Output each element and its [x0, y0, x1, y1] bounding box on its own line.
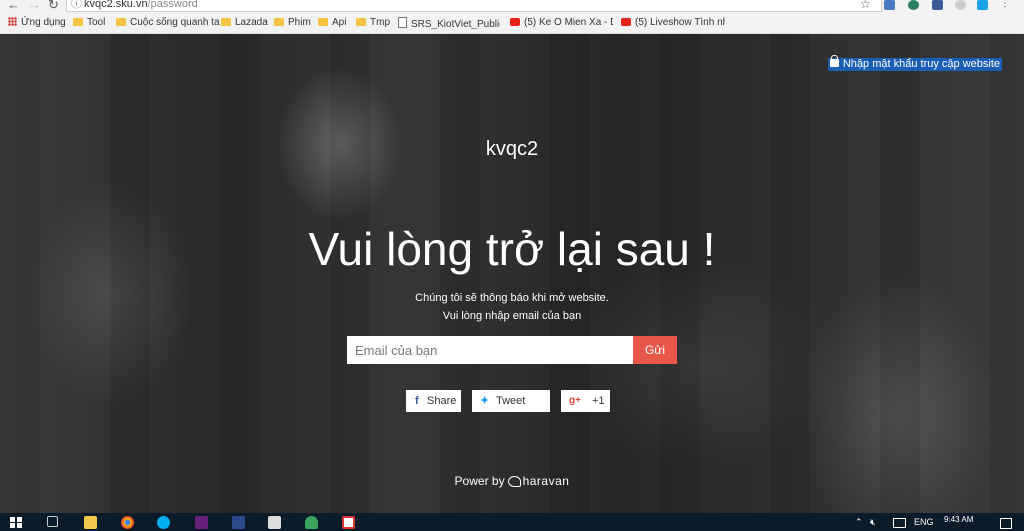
address-bar: ← → ↻ ⓘ kvqc2.sku.vn/password ☆ ⋮	[0, 0, 1024, 13]
visual-studio-icon[interactable]	[195, 516, 208, 529]
folder-icon	[221, 18, 231, 26]
notifications-icon[interactable]	[1000, 518, 1012, 529]
back-icon[interactable]: ←	[7, 0, 20, 12]
volume-icon[interactable]: 🔇︎	[870, 516, 876, 528]
language-indicator[interactable]: ENG	[914, 516, 934, 528]
url-host: kvqc2.sku.vn	[84, 0, 148, 10]
extension-icon[interactable]	[977, 0, 988, 10]
file-explorer-icon[interactable]	[84, 516, 97, 529]
google-plus-button[interactable]: g+ +1	[561, 390, 610, 412]
chrome-icon[interactable]	[121, 516, 134, 529]
windows-taskbar: ⌃ 🔇︎ ENG 9:43 AM	[0, 513, 1024, 531]
url-input[interactable]: ⓘ kvqc2.sku.vn/password	[66, 0, 882, 12]
bookmark-tmp[interactable]: Tmp	[356, 17, 390, 29]
extension-icon[interactable]	[884, 0, 895, 10]
powered-by: Power by haravan	[454, 474, 570, 488]
lock-icon	[829, 55, 839, 67]
folder-icon	[73, 18, 83, 26]
bookmark-apps[interactable]: Ứng dụng	[8, 17, 66, 29]
app-icon[interactable]	[305, 516, 318, 529]
subscribe-form: Gửi	[347, 336, 677, 364]
extension-icon[interactable]	[908, 0, 919, 10]
doc-icon	[398, 17, 407, 28]
powershell-icon[interactable]	[232, 516, 245, 529]
bookmark-cuoc-song[interactable]: Cuộc sống quanh ta	[116, 17, 220, 29]
subtitle-notify: Chúng tôi sẽ thông báo khi mở website.	[415, 292, 609, 304]
store-name: kvqc2	[485, 138, 539, 160]
subtitle-email: Vui lòng nhập email của bạn	[442, 310, 582, 322]
password-page: Nhập mật khẩu truy cập website kvqc2 Vui…	[0, 34, 1024, 513]
submit-button[interactable]: Gửi	[633, 336, 677, 364]
page-title: Vui lòng trở lại sau !	[308, 223, 716, 275]
folder-icon	[274, 18, 284, 26]
skype-icon[interactable]	[157, 516, 170, 529]
reload-icon[interactable]: ↻	[48, 0, 59, 13]
menu-icon[interactable]: ⋮	[1000, 0, 1011, 10]
brand-name[interactable]: haravan	[523, 474, 570, 488]
forward-icon[interactable]: →	[28, 0, 41, 12]
twitter-tweet-button[interactable]: ✦ Tweet	[472, 390, 550, 412]
haravan-logo-icon	[507, 476, 521, 487]
facebook-icon: f	[415, 395, 419, 407]
clock[interactable]: 9:43 AM	[944, 514, 973, 526]
bookmark-phim[interactable]: Phim	[274, 17, 311, 29]
facebook-share-button[interactable]: f Share	[406, 390, 461, 412]
folder-icon	[318, 18, 328, 26]
bookmarks-bar: Ứng dụng Tool Cuộc sống quanh ta Lazada …	[0, 13, 1024, 34]
task-view-icon[interactable]	[47, 516, 58, 527]
folder-icon	[356, 18, 366, 26]
apps-icon	[8, 17, 17, 26]
app-icon[interactable]	[268, 516, 281, 529]
youtube-icon	[621, 18, 631, 26]
bookmark-tool[interactable]: Tool	[73, 17, 105, 29]
extension-icon[interactable]	[932, 0, 943, 10]
enter-password-link[interactable]: Nhập mật khẩu truy cập website	[827, 55, 1002, 71]
bookmark-youtube-2[interactable]: (5) Liveshow Tình nhu	[621, 17, 725, 29]
info-icon[interactable]: ⓘ	[71, 0, 82, 10]
keyboard-icon[interactable]	[893, 518, 906, 528]
bookmark-star-icon[interactable]: ☆	[860, 0, 871, 11]
bookmark-lazada[interactable]: Lazada	[221, 17, 268, 29]
google-plus-icon: g+	[569, 395, 581, 406]
windows-start-icon[interactable]	[10, 517, 22, 528]
bookmark-srs[interactable]: SRS_KiotViet_PublicAP	[398, 17, 500, 29]
extension-icon[interactable]	[955, 0, 966, 10]
app-icon[interactable]	[342, 516, 355, 529]
folder-icon	[116, 18, 126, 26]
bookmark-api[interactable]: Api	[318, 17, 346, 29]
tray-chevron-icon[interactable]: ⌃	[855, 516, 863, 528]
bookmark-youtube-1[interactable]: (5) Ke O Mien Xa - Da	[510, 17, 613, 29]
twitter-icon: ✦	[480, 395, 490, 407]
email-input[interactable]	[347, 336, 633, 364]
youtube-icon	[510, 18, 520, 26]
url-path: /password	[147, 0, 198, 10]
